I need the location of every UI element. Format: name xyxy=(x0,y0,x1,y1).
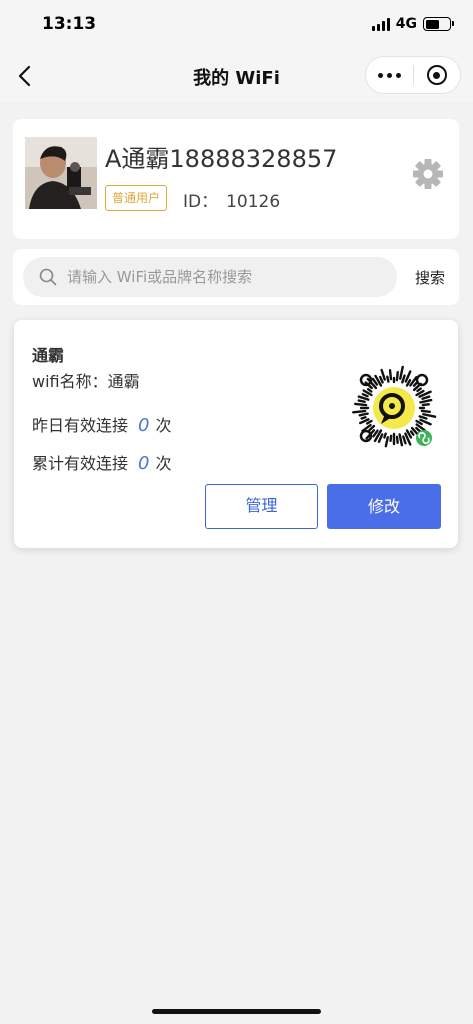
avatar-photo-icon xyxy=(25,137,97,209)
total-connections-unit: 次 xyxy=(155,454,172,473)
network-type: 4G xyxy=(395,16,417,32)
wifi-name-value: 通霸 xyxy=(107,372,140,391)
user-level-badge: 普通用户 xyxy=(105,185,168,211)
total-connections-row: 累计有效连接 0 次 xyxy=(32,450,171,474)
search-button[interactable]: 搜索 xyxy=(415,267,445,288)
search-input[interactable] xyxy=(67,257,387,297)
yesterday-connections-unit: 次 xyxy=(155,416,172,435)
status-bar: 13:13 4G xyxy=(0,0,473,50)
user-id: ID： 10126 xyxy=(183,187,280,212)
user-id-label: ID： xyxy=(183,192,219,212)
battery-icon xyxy=(423,17,454,31)
close-target-icon xyxy=(426,65,447,85)
mini-program-code-icon[interactable] xyxy=(348,362,440,454)
yesterday-connections-count: 0 xyxy=(138,415,150,436)
edit-button[interactable]: 修改 xyxy=(327,484,441,529)
avatar[interactable] xyxy=(25,137,97,209)
status-indicators: 4G xyxy=(371,16,454,32)
wifi-name-label: wifi名称： xyxy=(32,372,108,391)
user-name: A通霸18888328857 xyxy=(105,145,338,173)
search-icon xyxy=(39,268,57,286)
wifi-card-title: 通霸 xyxy=(32,346,65,365)
profile-card: A通霸18888328857 普通用户 ID： 10126 xyxy=(13,119,459,239)
settings-button[interactable] xyxy=(411,157,445,191)
yesterday-connections-label: 昨日有效连接 xyxy=(32,416,129,435)
search-card: 搜索 xyxy=(13,249,459,305)
yesterday-connections-row: 昨日有效连接 0 次 xyxy=(32,412,171,436)
total-connections-count: 0 xyxy=(138,453,150,474)
signal-icon xyxy=(371,17,390,31)
gear-icon xyxy=(413,159,443,189)
user-id-value: 10126 xyxy=(226,192,281,212)
status-time: 13:13 xyxy=(42,14,97,34)
total-connections-label: 累计有效连接 xyxy=(32,454,129,473)
wifi-name-row: wifi名称：通霸 xyxy=(32,368,140,392)
more-button[interactable] xyxy=(366,57,413,93)
search-box xyxy=(23,257,397,297)
home-indicator xyxy=(152,1009,321,1014)
manage-button[interactable]: 管理 xyxy=(205,484,318,529)
close-button[interactable] xyxy=(414,57,460,93)
wifi-card: 通霸 wifi名称：通霸 昨日有效连接 0 次 累计有效连接 0 次 管理 修改 xyxy=(14,320,458,548)
nav-bar: 我的 WiFi xyxy=(0,50,473,102)
more-dots-icon xyxy=(378,72,383,78)
mini-program-capsule xyxy=(365,56,461,94)
